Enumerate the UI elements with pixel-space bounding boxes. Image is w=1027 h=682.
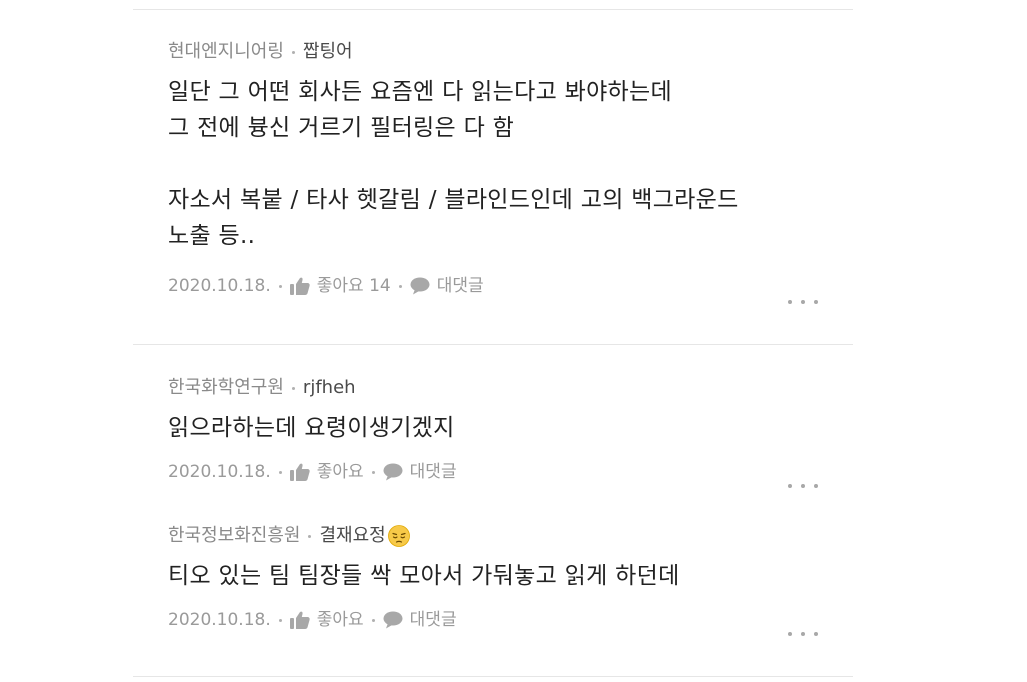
comment-body: 티오 있는 팀 팀장들 싹 모아서 가둬놓고 읽게 하던데 (168, 563, 680, 589)
more-dots-icon-dot (801, 632, 805, 636)
more-options-button[interactable] (788, 624, 818, 644)
pensive-face-emoji (387, 525, 410, 547)
comment-body: 일단 그 어떤 회사든 요즘엔 다 읽는다고 봐야하는데 그 전에 븅신 거르기… (168, 79, 739, 249)
like-button[interactable]: 좋아요 14 (289, 274, 391, 298)
speech-bubble-icon (383, 463, 403, 481)
author-nickname[interactable]: 짭팅어 (303, 40, 353, 64)
divider (133, 676, 853, 677)
reply-label: 대댓글 (409, 462, 457, 482)
comment-actions: 2020.10.18. 좋아요 대댓글 (168, 608, 828, 632)
comment-actions: 2020.10.18. 좋아요 14 대댓글 (168, 274, 828, 298)
separator-dot (371, 470, 375, 474)
comment-item: 한국정보화진흥원 결재요정 티오 있는 팀 팀장들 싹 모아서 가둬놓고 읽게 … (168, 524, 828, 632)
comment-actions: 2020.10.18. 좋아요 대댓글 (168, 460, 828, 484)
separator-dot (278, 470, 282, 474)
comment-date: 2020.10.18. (168, 610, 271, 630)
separator-dot (371, 618, 375, 622)
reply-label: 대댓글 (409, 610, 457, 630)
separator-dot (308, 534, 312, 538)
comment-author: 한국정보화진흥원 결재요정 (168, 524, 828, 548)
reply-button[interactable]: 대댓글 (383, 460, 457, 484)
comment-body: 읽으라하는데 요령이생기겠지 (168, 415, 455, 441)
reply-label: 대댓글 (436, 276, 484, 296)
comment-date: 2020.10.18. (168, 276, 271, 296)
separator-dot (291, 50, 295, 54)
reply-button[interactable]: 대댓글 (410, 274, 484, 298)
like-count-label: 좋아요 14 (316, 276, 391, 296)
divider (133, 344, 853, 345)
more-dots-icon (788, 484, 792, 488)
more-options-button[interactable] (788, 476, 818, 496)
author-nickname[interactable]: rjfheh (303, 376, 356, 400)
comment-author: 한국화학연구원 rjfheh (168, 376, 828, 400)
more-dots-icon-dot (801, 300, 805, 304)
thumbs-up-icon (289, 463, 310, 481)
comment-author: 현대엔지니어링 짭팅어 (168, 40, 828, 64)
comment-date: 2020.10.18. (168, 462, 271, 482)
comment-item: 한국화학연구원 rjfheh 읽으라하는데 요령이생기겠지 2020.10.18… (168, 376, 828, 484)
divider (133, 9, 853, 10)
separator-dot (291, 386, 295, 390)
comment-item: 현대엔지니어링 짭팅어 일단 그 어떤 회사든 요즘엔 다 읽는다고 봐야하는데… (168, 40, 828, 298)
like-label: 좋아요 (316, 610, 364, 630)
author-company: 한국화학연구원 (168, 377, 284, 398)
thumbs-up-icon (289, 277, 310, 295)
separator-dot (398, 284, 402, 288)
more-dots-icon-dot (814, 300, 818, 304)
comment-feed: 현대엔지니어링 짭팅어 일단 그 어떤 회사든 요즘엔 다 읽는다고 봐야하는데… (133, 0, 853, 682)
like-button[interactable]: 좋아요 (289, 460, 364, 484)
separator-dot (278, 618, 282, 622)
more-dots-icon (788, 632, 792, 636)
thumbs-up-icon (289, 611, 310, 629)
author-company: 한국정보화진흥원 (168, 525, 301, 546)
like-label: 좋아요 (316, 462, 364, 482)
more-dots-icon (788, 300, 792, 304)
more-dots-icon-dot (801, 484, 805, 488)
speech-bubble-icon (383, 611, 403, 629)
author-company: 현대엔지니어링 (168, 41, 284, 62)
more-options-button[interactable] (788, 292, 818, 312)
speech-bubble-icon (410, 277, 430, 295)
more-dots-icon-dot (814, 632, 818, 636)
reply-button[interactable]: 대댓글 (383, 608, 457, 632)
more-dots-icon-dot (814, 484, 818, 488)
like-button[interactable]: 좋아요 (289, 608, 364, 632)
author-nickname[interactable]: 결재요정 (319, 524, 385, 548)
separator-dot (278, 284, 282, 288)
